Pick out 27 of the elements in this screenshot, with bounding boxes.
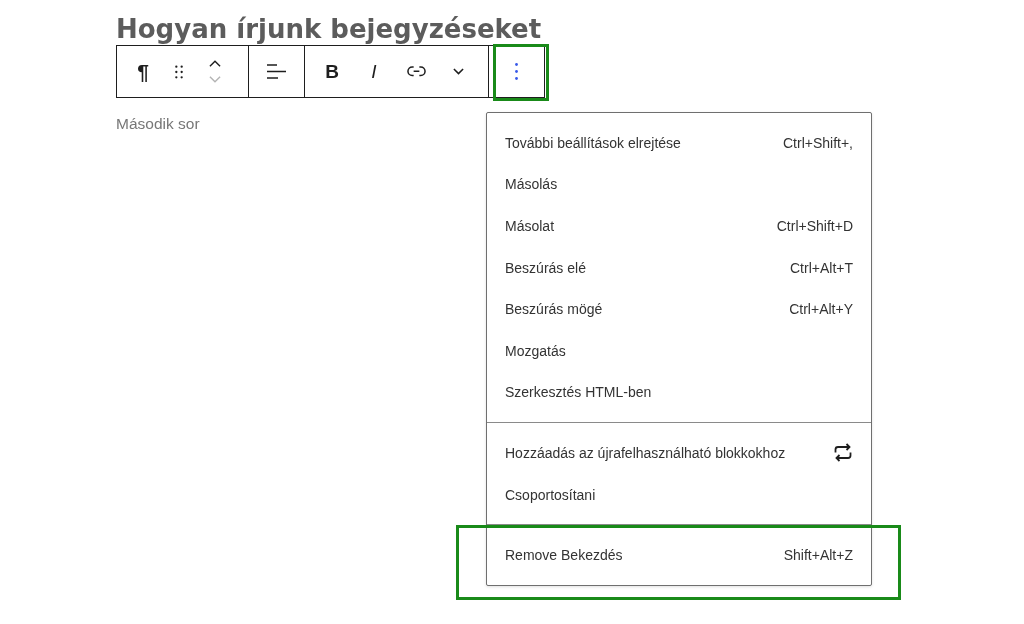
link-icon [406,66,426,77]
shortcut-text: Ctrl+Shift+, [782,134,853,151]
menu-item[interactable]: Beszúrás elé Ctrl+Alt+T [487,246,871,289]
menu-item[interactable]: Beszúrás mögé Ctrl+Alt+Y [487,288,871,330]
menu-item[interactable]: További beállítások elrejtése Ctrl+Shift+, [487,122,871,164]
align-left-icon [267,64,286,79]
menu-item[interactable]: Csoportosítani [487,473,871,516]
drag-handle-icon [175,64,183,79]
chevron-up-icon [209,60,221,67]
menu-item[interactable]: Másolás [487,163,871,206]
menu-item[interactable]: Mozgatás [487,329,871,372]
shortcut-text: Shift+Alt+Z [783,547,853,564]
menu-item[interactable]: Remove Bekezdés Shift+Alt+Z [487,534,871,576]
italic-button[interactable]: I [353,53,395,90]
chevron-down-icon [452,68,464,75]
block-type-button[interactable]: ¶ [125,53,161,90]
menu-item[interactable]: Szerkesztés HTML-ben [487,371,871,414]
shortcut-text: Ctrl+Alt+T [790,259,853,276]
shortcut-text: Ctrl+Shift+D [776,218,853,234]
paragraph-text: Második sor [116,114,200,134]
post-title: Hogyan írjunk bejegyzéseket [116,14,542,44]
shortcut-text: Ctrl+Alt+Y [789,301,853,318]
chevron-down-icon [209,76,221,83]
bold-button[interactable]: B [311,53,353,90]
menu-item[interactable]: Másolat Ctrl+Shift+D [487,205,871,247]
repeat-icon [833,443,853,463]
menu-item[interactable]: Hozzáadás az újrafelhasználható blokkokhoz [487,432,871,474]
